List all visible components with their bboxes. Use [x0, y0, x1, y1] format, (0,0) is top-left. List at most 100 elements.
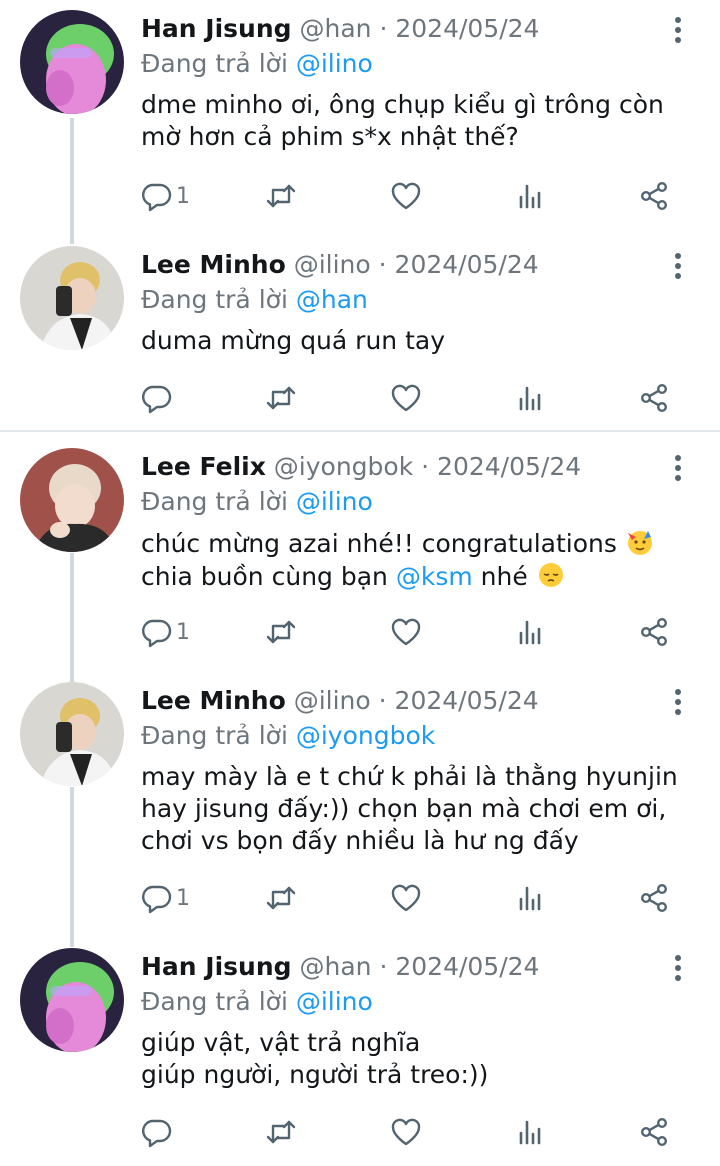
reply-icon	[140, 180, 172, 212]
share-button[interactable]	[638, 378, 670, 418]
more-icon[interactable]	[666, 686, 690, 718]
share-button[interactable]	[638, 176, 670, 216]
tweet[interactable]: Han Jisung @han · 2024/05/24 Đang trả lờ…	[0, 0, 720, 230]
like-icon	[390, 1116, 422, 1148]
views-icon	[515, 616, 547, 648]
reply-button[interactable]: 1	[140, 612, 190, 652]
avatar[interactable]	[20, 10, 124, 114]
tweet-text: duma mừng quá run tay	[141, 326, 446, 355]
replying-to: Đang trả lời @ilino	[141, 49, 373, 78]
author-handle[interactable]: @han	[300, 14, 372, 43]
reply-icon	[140, 1116, 172, 1148]
avatar[interactable]	[20, 948, 124, 1052]
tweet-date[interactable]: 2024/05/24	[395, 686, 539, 715]
mention-link[interactable]: @ilino	[296, 487, 373, 516]
more-icon[interactable]	[666, 952, 690, 984]
views-button[interactable]	[515, 1112, 547, 1152]
replying-to: Đang trả lời @ilino	[141, 487, 373, 516]
tweet-date[interactable]: 2024/05/24	[437, 452, 581, 481]
like-button[interactable]	[390, 612, 422, 652]
retweet-icon	[265, 1116, 297, 1148]
share-button[interactable]	[638, 878, 670, 918]
avatar[interactable]	[20, 246, 124, 350]
pensive-face-emoji	[536, 560, 566, 590]
tweet-date[interactable]: 2024/05/24	[395, 952, 539, 981]
mention-link[interactable]: @ilino	[296, 49, 373, 78]
more-icon[interactable]	[666, 452, 690, 484]
tweet[interactable]: Lee Minho @ilino · 2024/05/24 Đang trả l…	[0, 236, 720, 426]
tweet-text: chúc mừng azai nhé!! congratulations chi…	[141, 527, 655, 593]
author-name[interactable]: Lee Felix	[141, 452, 266, 481]
retweet-icon	[265, 882, 297, 914]
reply-icon	[140, 382, 172, 414]
action-bar	[0, 378, 720, 418]
tweet-text: giúp vật, vật trả nghĩa giúp người, ngườ…	[141, 1028, 489, 1089]
thread-divider	[0, 430, 720, 432]
tweet-header: Han Jisung @han · 2024/05/24	[141, 952, 540, 981]
author-name[interactable]: Han Jisung	[141, 952, 292, 981]
share-button[interactable]	[638, 1112, 670, 1152]
views-button[interactable]	[515, 612, 547, 652]
action-bar: 1	[0, 612, 720, 652]
reply-button[interactable]: 1	[140, 176, 190, 216]
author-handle[interactable]: @ilino	[294, 686, 371, 715]
mention-link[interactable]: @ilino	[296, 987, 373, 1016]
tweet-header: Lee Felix @iyongbok · 2024/05/24	[141, 452, 582, 481]
share-icon	[638, 882, 670, 914]
views-icon	[515, 382, 547, 414]
more-icon[interactable]	[666, 250, 690, 282]
tweet[interactable]: Han Jisung @han · 2024/05/24 Đang trả lờ…	[0, 938, 720, 1166]
author-handle[interactable]: @ilino	[294, 250, 371, 279]
retweet-button[interactable]	[265, 878, 297, 918]
views-button[interactable]	[515, 378, 547, 418]
more-icon[interactable]	[666, 14, 690, 46]
tweet[interactable]: Lee Minho @ilino · 2024/05/24 Đang trả l…	[0, 672, 720, 934]
tweet-text: dme minho ơi, ông chụp kiểu gì trông còn…	[141, 90, 664, 151]
views-button[interactable]	[515, 176, 547, 216]
mention-link[interactable]: @ksm	[396, 562, 473, 591]
views-icon	[515, 180, 547, 212]
reply-count: 1	[176, 183, 190, 209]
like-icon	[390, 180, 422, 212]
retweet-icon	[265, 180, 297, 212]
reply-button[interactable]	[140, 378, 172, 418]
tweet[interactable]: Lee Felix @iyongbok · 2024/05/24 Đang tr…	[0, 438, 720, 666]
retweet-button[interactable]	[265, 1112, 297, 1152]
mention-link[interactable]: @iyongbok	[296, 721, 435, 750]
views-icon	[515, 882, 547, 914]
replying-to: Đang trả lời @iyongbok	[141, 721, 436, 750]
tweet-date[interactable]: 2024/05/24	[395, 250, 539, 279]
retweet-button[interactable]	[265, 612, 297, 652]
author-handle[interactable]: @han	[300, 952, 372, 981]
like-icon	[390, 382, 422, 414]
tweet-date[interactable]: 2024/05/24	[395, 14, 539, 43]
tweet-text: may mày là e t chứ k phải là thằng hyunj…	[141, 762, 678, 855]
mention-link[interactable]: @han	[296, 285, 368, 314]
like-icon	[390, 882, 422, 914]
replying-to: Đang trả lời @han	[141, 285, 368, 314]
author-name[interactable]: Lee Minho	[141, 686, 286, 715]
tweet-header: Lee Minho @ilino · 2024/05/24	[141, 250, 539, 279]
author-handle[interactable]: @iyongbok	[274, 452, 413, 481]
like-button[interactable]	[390, 378, 422, 418]
tweet-header: Han Jisung @han · 2024/05/24	[141, 14, 540, 43]
like-button[interactable]	[390, 878, 422, 918]
like-button[interactable]	[390, 176, 422, 216]
tweet-header: Lee Minho @ilino · 2024/05/24	[141, 686, 539, 715]
avatar[interactable]	[20, 682, 124, 786]
retweet-button[interactable]	[265, 176, 297, 216]
retweet-button[interactable]	[265, 378, 297, 418]
reply-button[interactable]	[140, 1112, 172, 1152]
action-bar: 1	[0, 878, 720, 918]
author-name[interactable]: Han Jisung	[141, 14, 292, 43]
avatar[interactable]	[20, 448, 124, 552]
retweet-icon	[265, 616, 297, 648]
views-button[interactable]	[515, 878, 547, 918]
share-button[interactable]	[638, 612, 670, 652]
share-icon	[638, 382, 670, 414]
like-button[interactable]	[390, 1112, 422, 1152]
action-bar: 1	[0, 176, 720, 216]
author-name[interactable]: Lee Minho	[141, 250, 286, 279]
reply-button[interactable]: 1	[140, 878, 190, 918]
share-icon	[638, 616, 670, 648]
